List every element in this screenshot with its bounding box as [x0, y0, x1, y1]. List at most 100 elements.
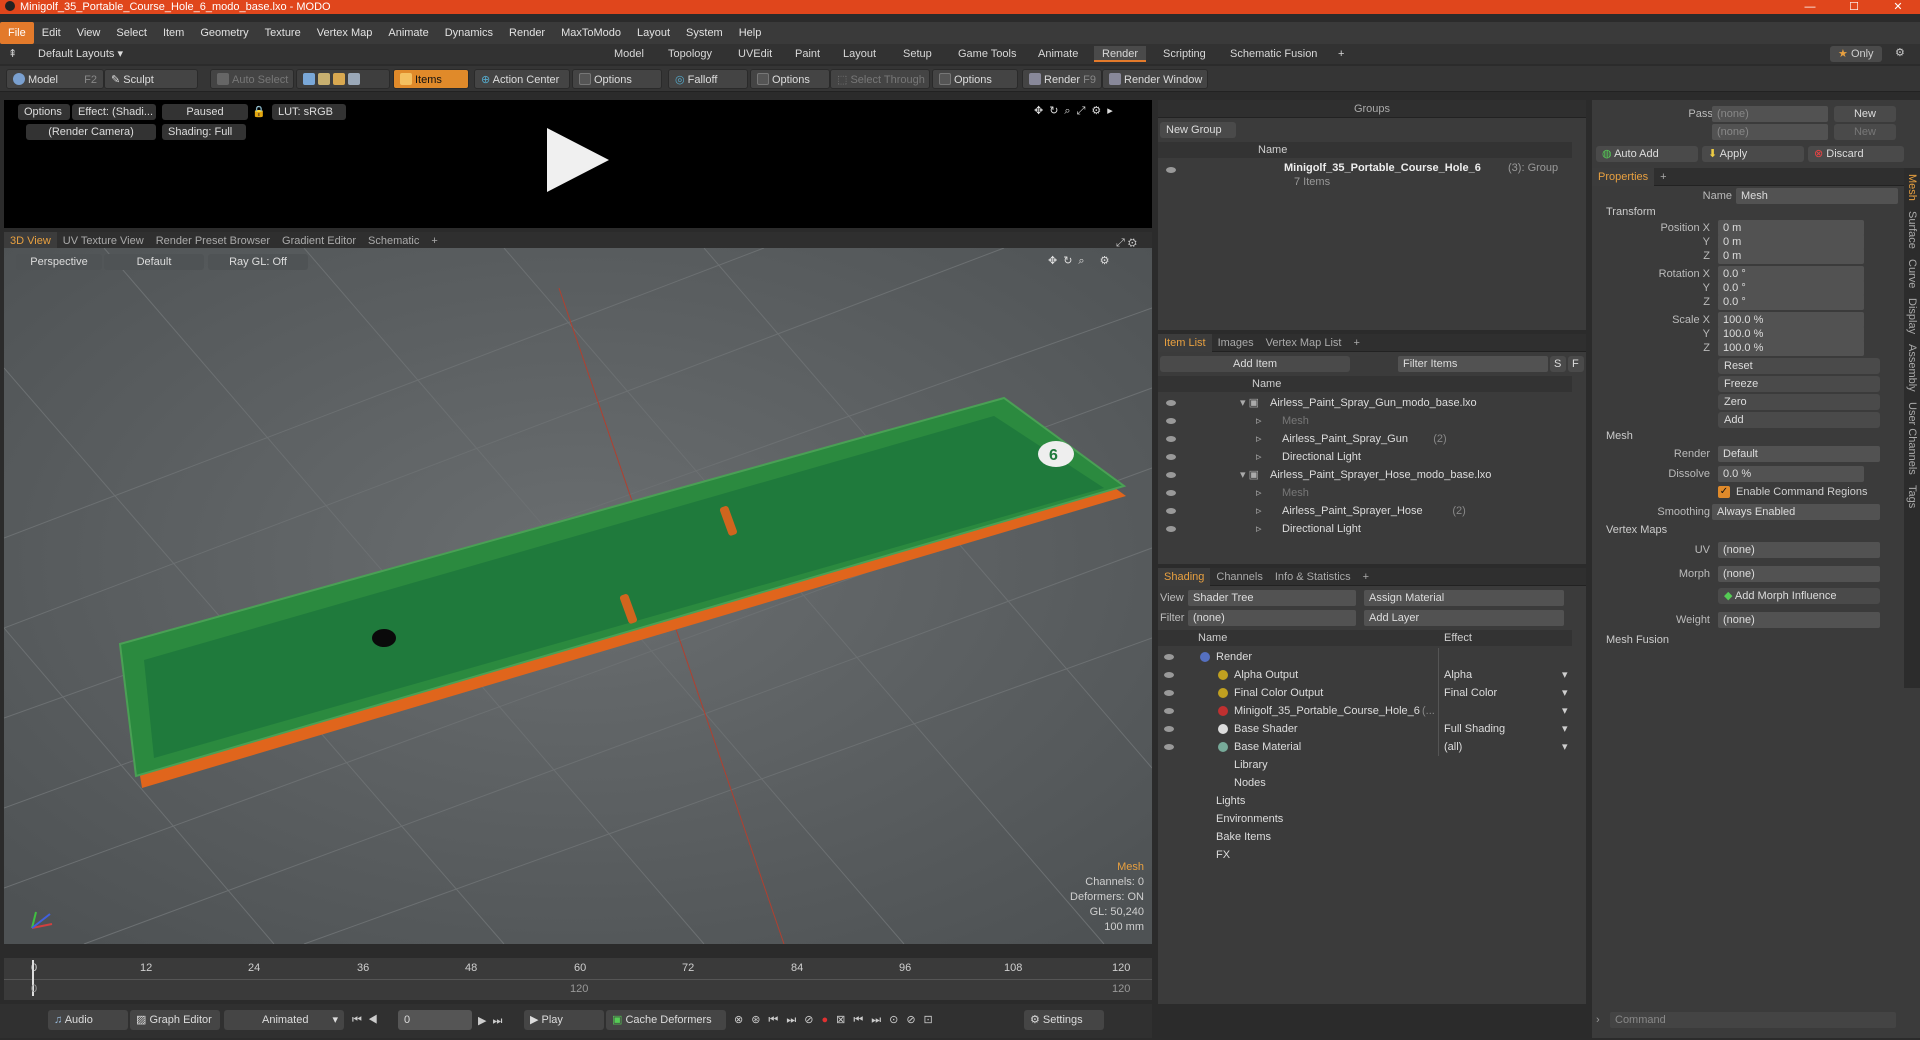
preview-paused-button[interactable]: Paused	[162, 104, 248, 120]
item-list-row[interactable]: ▾ ▣ Airless_Paint_Sprayer_Hose_modo_base.…	[1158, 466, 1572, 484]
zero-dropdown[interactable]: Zero	[1718, 394, 1880, 410]
visibility-eye-icon[interactable]	[1164, 744, 1174, 750]
tab-setup[interactable]: Setup	[895, 46, 940, 62]
menu-render[interactable]: Render	[501, 22, 553, 44]
graph-editor-button[interactable]: ▨ Graph Editor	[130, 1010, 220, 1030]
reset-dropdown[interactable]: Reset	[1718, 358, 1880, 374]
assign-material-dropdown[interactable]: Assign Material	[1364, 590, 1564, 606]
item-list-row[interactable]: ▹ Airless_Paint_Sprayer_Hose (2)	[1158, 502, 1572, 520]
settings-button[interactable]: ⚙ Settings	[1024, 1010, 1104, 1030]
menu-system[interactable]: System	[678, 22, 731, 44]
preview-effect-dropdown[interactable]: Effect: (Shadi...	[72, 104, 156, 120]
menu-item[interactable]: Item	[155, 22, 192, 44]
auto-add-button[interactable]: ◍ Auto Add	[1596, 146, 1698, 162]
shader-tree-row[interactable]: Minigolf_35_Portable_Course_Hole_6 (... ▾	[1158, 702, 1572, 720]
shader-tree-row[interactable]: Alpha Output Alpha ▾	[1158, 666, 1572, 684]
selection-modes[interactable]	[296, 69, 390, 89]
shader-tree-row[interactable]: Nodes	[1158, 774, 1572, 792]
transport-forward-icons[interactable]: ▶⏭	[478, 1014, 508, 1028]
vertex-maps-section[interactable]: Vertex Maps	[1606, 524, 1667, 536]
action-center-options-button[interactable]: Options	[572, 69, 662, 89]
new-group-button[interactable]: New Group	[1160, 122, 1236, 138]
chevron-down-icon[interactable]: ▾	[1562, 684, 1568, 702]
tab-uvedit[interactable]: UVEdit	[730, 46, 780, 62]
item-list-row[interactable]: ▾ ▣ Airless_Paint_Spray_Gun_modo_base.lxo	[1158, 394, 1572, 412]
menu-dynamics[interactable]: Dynamics	[437, 22, 501, 44]
visibility-eye-icon[interactable]	[1166, 526, 1176, 532]
preview-nav-icons[interactable]: ✥↻⌕⤢⚙▸	[1034, 104, 1119, 118]
shader-item-effect[interactable]: Alpha	[1444, 666, 1472, 684]
tab-layout[interactable]: Layout	[835, 46, 884, 62]
passes-dropdown[interactable]: (none)	[1712, 124, 1828, 140]
chevron-down-icon[interactable]: ▾	[1562, 738, 1568, 756]
tab-vertex-map-list[interactable]: Vertex Map List	[1260, 334, 1348, 352]
shader-tree-row[interactable]: FX	[1158, 846, 1572, 864]
minimize-icon[interactable]: —	[1788, 0, 1832, 14]
side-tab-assembly[interactable]: Assembly	[1906, 344, 1918, 392]
menu-animate[interactable]: Animate	[380, 22, 436, 44]
shader-tree-row[interactable]: Bake Items	[1158, 828, 1572, 846]
tab-properties[interactable]: Properties	[1592, 168, 1655, 186]
filter-f-button[interactable]: F	[1568, 356, 1584, 372]
menu-maxtomodo[interactable]: MaxToModo	[553, 22, 629, 44]
vertices-icon[interactable]	[303, 73, 315, 85]
preview-options-button[interactable]: Options	[18, 104, 70, 120]
menu-texture[interactable]: Texture	[257, 22, 309, 44]
smoothing-dropdown[interactable]: Always Enabled	[1712, 504, 1880, 520]
uv-dropdown[interactable]: (none)	[1718, 542, 1880, 558]
visibility-eye-icon[interactable]	[1164, 708, 1174, 714]
layouts-dropdown[interactable]: Default Layouts ▾	[38, 47, 123, 60]
item-list-row[interactable]: ▹ Directional Light	[1158, 520, 1572, 538]
shading-dropdown[interactable]: Shading: Full	[162, 124, 246, 140]
menu-view[interactable]: View	[69, 22, 109, 44]
audio-button[interactable]: ♫ Audio	[48, 1010, 128, 1030]
shader-tree-row[interactable]: Base Shader Full Shading ▾	[1158, 720, 1572, 738]
pass-groups-dropdown[interactable]: (none)	[1712, 106, 1828, 122]
layout-menu-icon[interactable]: ⇞	[8, 47, 17, 60]
shader-item-effect[interactable]: Final Color	[1444, 684, 1497, 702]
visibility-eye-icon[interactable]	[1166, 508, 1176, 514]
freeze-dropdown[interactable]: Freeze	[1718, 376, 1880, 392]
enable-command-regions-checkbox[interactable]: ✓	[1718, 486, 1730, 498]
chevron-down-icon[interactable]: ▾	[1562, 666, 1568, 684]
auto-select-button[interactable]: Auto Select	[210, 69, 294, 89]
tab-channels[interactable]: Channels	[1210, 568, 1268, 586]
item-list-row[interactable]: ▹ Mesh	[1158, 484, 1572, 502]
shader-item-effect[interactable]: Full Shading	[1444, 720, 1505, 738]
chevron-down-icon[interactable]: ▾	[1562, 702, 1568, 720]
lock-icon[interactable]: 🔒	[252, 105, 266, 118]
key-controls-icons[interactable]: ⊗⊛⏮⏭⊘●⊠⏮⏭⊙⊘⊡	[734, 1013, 941, 1027]
materials-icon[interactable]	[348, 73, 360, 85]
command-input[interactable]: Command	[1610, 1012, 1896, 1028]
visibility-eye-icon[interactable]	[1166, 400, 1176, 406]
item-list-row[interactable]: ▹ Airless_Paint_Spray_Gun (2)	[1158, 430, 1572, 448]
menu-geometry[interactable]: Geometry	[192, 22, 256, 44]
gear-icon[interactable]: ⚙	[1895, 46, 1905, 59]
tab-schematic-fusion[interactable]: Schematic Fusion	[1222, 46, 1325, 62]
side-tab-tags[interactable]: Tags	[1906, 485, 1918, 508]
only-button[interactable]: ★ Only	[1830, 46, 1882, 62]
add-tab-button[interactable]: +	[1330, 46, 1352, 62]
shader-tree-row[interactable]: Environments	[1158, 810, 1572, 828]
side-tab-curve[interactable]: Curve	[1906, 259, 1918, 288]
name-input[interactable]: Mesh	[1736, 188, 1898, 204]
side-tab-display[interactable]: Display	[1906, 298, 1918, 334]
mesh-section[interactable]: Mesh	[1606, 430, 1633, 442]
shader-tree-row[interactable]: Base Material (all) ▾	[1158, 738, 1572, 756]
add-item-dropdown[interactable]: Add Item	[1160, 356, 1350, 372]
action-center-button[interactable]: ⊕ Action Center	[474, 69, 570, 89]
menu-select[interactable]: Select	[108, 22, 155, 44]
tab-item-list[interactable]: Item List	[1158, 334, 1212, 352]
side-tab-surface[interactable]: Surface	[1906, 211, 1918, 249]
perspective-dropdown[interactable]: Perspective	[16, 254, 102, 270]
add-morph-influence-button[interactable]: ◆ Add Morph Influence	[1718, 588, 1880, 604]
visibility-eye-icon[interactable]	[1166, 418, 1176, 424]
weight-dropdown[interactable]: (none)	[1718, 612, 1880, 628]
play-button[interactable]: ▶ Play	[524, 1010, 604, 1030]
transport-back-icons[interactable]: ⏮◀	[352, 1014, 384, 1027]
select-through-button[interactable]: ⬚ Select Through	[830, 69, 930, 89]
new-passes-button[interactable]: New	[1834, 124, 1896, 140]
visibility-eye-icon[interactable]	[1164, 726, 1174, 732]
play-icon[interactable]	[547, 128, 609, 192]
shader-tree-row[interactable]: Lights	[1158, 792, 1572, 810]
